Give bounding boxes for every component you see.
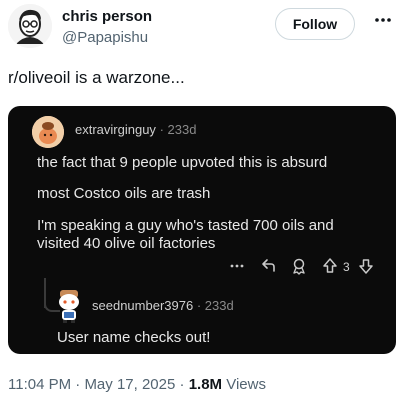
award-button[interactable] — [289, 256, 309, 276]
commenter-avatar — [32, 116, 64, 148]
downvote-button[interactable] — [356, 256, 376, 276]
follow-button[interactable]: Follow — [275, 8, 355, 40]
comment-age: 233d — [167, 122, 197, 137]
comment-more-button[interactable] — [228, 256, 246, 276]
comment-username[interactable]: extravirginguy — [75, 122, 156, 137]
more-horizontal-icon — [375, 18, 391, 22]
cartoon-face-avatar-icon — [8, 4, 52, 48]
footer-separator: · — [179, 376, 185, 393]
meta-separator: · — [159, 122, 164, 137]
comment-line: the fact that 9 people upvoted this is a… — [37, 154, 328, 171]
more-options-button[interactable] — [372, 12, 394, 28]
ellipsis-icon — [230, 264, 244, 268]
reply-meta: seednumber3976 · 233d — [92, 298, 234, 313]
vote-count: 3 — [343, 260, 350, 274]
comment-line: visited 40 olive oil factories — [37, 235, 216, 252]
author-handle[interactable]: @Papapishu — [62, 29, 148, 46]
tweet-date[interactable]: May 17, 2025 — [84, 376, 175, 393]
tweet-header: chris person @Papapishu Follow — [0, 0, 401, 60]
author-name[interactable]: chris person — [62, 8, 152, 25]
upvote-button[interactable] — [320, 256, 340, 276]
tweet-footer: 11:04 PM · May 17, 2025 · 1.8M Views — [8, 376, 266, 393]
tweet-text: r/oliveoil is a warzone... — [8, 68, 185, 87]
avatar[interactable] — [8, 4, 52, 48]
upvote-arrow-icon — [323, 258, 337, 273]
views-count: 1.8M — [188, 376, 223, 393]
tweet-time[interactable]: 11:04 PM — [8, 376, 71, 393]
comment-line: most Costco oils are trash — [37, 185, 211, 202]
embedded-screenshot: extravirginguy · 233d the fact that 9 pe… — [8, 106, 396, 354]
reply-button[interactable] — [259, 256, 279, 276]
reply-avatar — [52, 286, 86, 324]
footer-separator: · — [75, 376, 81, 393]
reply-text: User name checks out! — [57, 329, 211, 346]
reply-arrow-icon — [262, 259, 275, 272]
meta-separator: · — [196, 298, 202, 313]
reply-username[interactable]: seednumber3976 — [92, 298, 193, 313]
reply-age: 233d — [204, 298, 234, 313]
snoo-avatar-icon — [59, 290, 79, 323]
comment-line: I'm speaking a guy who's tasted 700 oils… — [37, 217, 334, 234]
snoo-avatar-icon — [32, 116, 64, 148]
comment-meta: extravirginguy · 233d — [75, 122, 196, 137]
award-icon — [293, 258, 305, 275]
downvote-arrow-icon — [359, 259, 373, 274]
views-label: Views — [226, 376, 266, 393]
